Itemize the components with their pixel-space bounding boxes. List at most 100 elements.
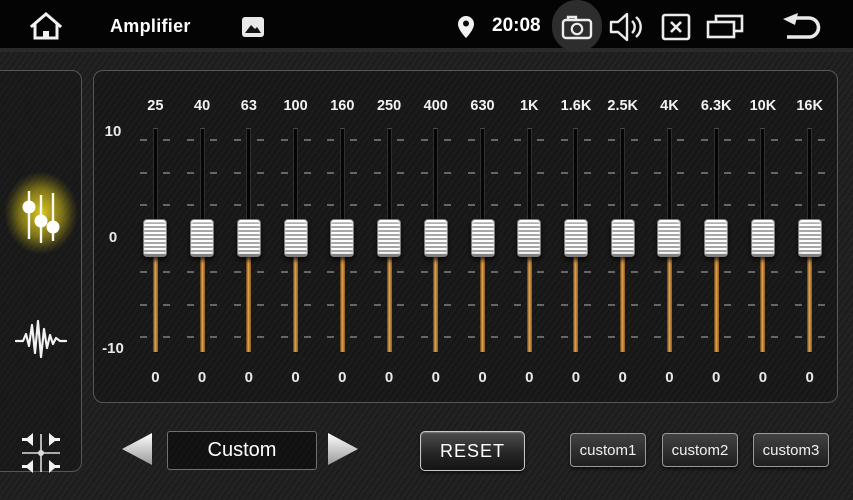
recent-apps-button[interactable] [704, 13, 746, 41]
eq-band: 63 0 [225, 71, 272, 402]
band-frequency-label: 25 [132, 97, 179, 115]
slider-knob[interactable] [377, 219, 401, 257]
slider-knob[interactable] [798, 219, 822, 257]
eq-band: 16K 0 [786, 71, 833, 402]
home-icon [28, 10, 64, 42]
scale-label-min: -10 [94, 340, 132, 358]
equalizer-icon [21, 189, 61, 245]
equalizer-panel: 10 0 -10 25 0 40 [93, 70, 838, 403]
right-arrow-icon [325, 431, 361, 467]
eq-band: 6.3K 0 [693, 71, 740, 402]
back-button[interactable] [778, 11, 826, 43]
eq-band: 400 0 [412, 71, 459, 402]
amplifier-screen: Amplifier 20:08 [0, 0, 853, 500]
eq-band: 25 0 [132, 71, 179, 402]
home-button[interactable] [24, 9, 68, 43]
tick-marks-left [327, 139, 334, 141]
back-arrow-icon [779, 12, 825, 42]
slider-knob[interactable] [751, 219, 775, 257]
band-value: 0 [225, 369, 272, 387]
band-frequency-label: 4K [646, 97, 693, 115]
equalizer-bands: 25 0 40 0 [132, 71, 833, 402]
band-frequency-label: 63 [225, 97, 272, 115]
tick-marks-left [654, 139, 661, 141]
volume-button[interactable] [608, 12, 648, 42]
tick-marks-right [210, 139, 217, 141]
band-value: 0 [459, 369, 506, 387]
preset-name-box[interactable]: Custom [167, 431, 317, 470]
preset-prev-button[interactable] [119, 431, 155, 467]
tick-marks-right [304, 139, 311, 141]
band-value: 0 [412, 369, 459, 387]
slider-knob[interactable] [190, 219, 214, 257]
slider-knob[interactable] [471, 219, 495, 257]
tick-marks-left [421, 139, 428, 141]
band-frequency-label: 6.3K [693, 97, 740, 115]
tick-marks-right [397, 139, 404, 141]
screenshot-button[interactable] [552, 0, 602, 52]
eq-band: 2.5K 0 [599, 71, 646, 402]
eq-band: 1K 0 [506, 71, 553, 402]
tick-marks-left [187, 139, 194, 141]
eq-band: 630 0 [459, 71, 506, 402]
waveform-icon [15, 317, 67, 361]
band-frequency-label: 160 [319, 97, 366, 115]
sidebar-item-balance[interactable] [1, 413, 81, 493]
location-icon [456, 14, 476, 40]
tick-marks-left [514, 139, 521, 141]
slider-knob[interactable] [564, 219, 588, 257]
band-value: 0 [786, 369, 833, 387]
band-value: 0 [319, 369, 366, 387]
slider-knob[interactable] [657, 219, 681, 257]
tick-marks-left [795, 139, 802, 141]
tick-marks-right [350, 139, 357, 141]
preset-next-button[interactable] [325, 431, 361, 467]
tick-marks-left [374, 139, 381, 141]
tick-marks-right [444, 139, 451, 141]
slider-knob[interactable] [143, 219, 167, 257]
eq-band: 40 0 [179, 71, 226, 402]
slider-knob[interactable] [611, 219, 635, 257]
custom1-button[interactable]: custom1 [570, 433, 646, 467]
band-frequency-label: 16K [786, 97, 833, 115]
eq-band: 4K 0 [646, 71, 693, 402]
slider-knob[interactable] [237, 219, 261, 257]
tick-marks-right [584, 139, 591, 141]
slider-knob[interactable] [330, 219, 354, 257]
slider-knob[interactable] [284, 219, 308, 257]
tick-marks-right [163, 139, 170, 141]
close-box-icon [661, 13, 691, 41]
speakers-balance-icon [18, 430, 64, 476]
slider-knob[interactable] [517, 219, 541, 257]
scale-label-mid: 0 [94, 229, 132, 247]
slider-knob[interactable] [704, 219, 728, 257]
slider-knob[interactable] [424, 219, 448, 257]
tick-marks-left [468, 139, 475, 141]
windows-icon [705, 13, 745, 41]
band-value: 0 [693, 369, 740, 387]
tick-marks-right [771, 139, 778, 141]
close-app-button[interactable] [660, 13, 692, 41]
sidebar-item-equalizer[interactable] [1, 169, 81, 265]
custom3-button[interactable]: custom3 [753, 433, 829, 467]
band-frequency-label: 1K [506, 97, 553, 115]
custom2-button[interactable]: custom2 [662, 433, 738, 467]
band-frequency-label: 100 [272, 97, 319, 115]
tick-marks-right [257, 139, 264, 141]
tick-marks-right [677, 139, 684, 141]
band-value: 0 [366, 369, 413, 387]
eq-band: 250 0 [366, 71, 413, 402]
band-frequency-label: 250 [366, 97, 413, 115]
band-frequency-label: 630 [459, 97, 506, 115]
tick-marks-left [701, 139, 708, 141]
reset-button[interactable]: RESET [420, 431, 525, 471]
sidebar [0, 70, 82, 472]
page-title: Amplifier [110, 0, 191, 52]
sidebar-item-sound-effect[interactable] [1, 299, 81, 379]
tick-marks-left [281, 139, 288, 141]
wallpaper-button[interactable] [240, 15, 266, 39]
band-value: 0 [740, 369, 787, 387]
band-value: 0 [599, 369, 646, 387]
band-frequency-label: 40 [179, 97, 226, 115]
tick-marks-left [140, 139, 147, 141]
